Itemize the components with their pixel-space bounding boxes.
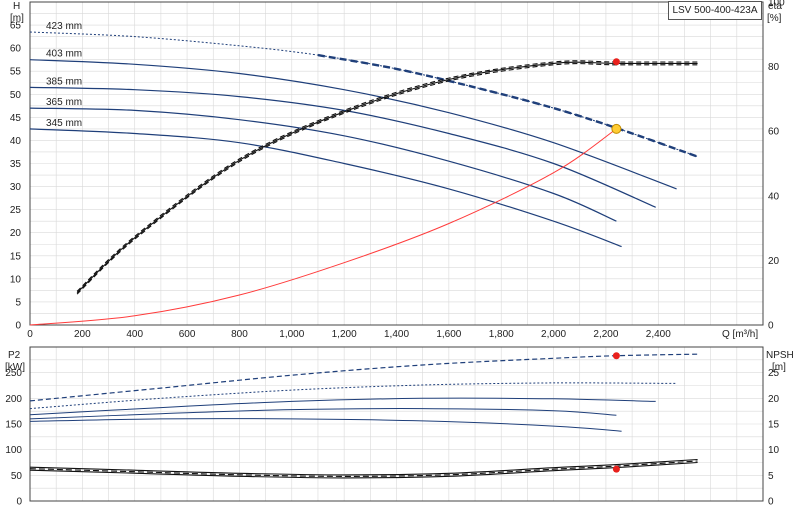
data-series: 423 mm 403 mm 385 mm 365 mm 345 mm: [29, 21, 698, 479]
curve-label: 365 mm: [46, 97, 82, 108]
power-axis-label: P2: [8, 350, 21, 361]
y-tick-label: 0: [15, 321, 21, 332]
power-axis-unit: [kW]: [5, 362, 25, 373]
x-tick-label: 1,600: [436, 329, 461, 340]
eta-tick-label: 0: [768, 321, 774, 332]
grid: [30, 2, 763, 501]
y-tick-label: 5: [15, 297, 21, 308]
eta-axis-unit: [%]: [767, 13, 782, 24]
curve-label: 385 mm: [46, 76, 82, 87]
efficiency-curve: [76, 60, 698, 292]
y-tick-label: 25: [10, 205, 22, 216]
power-curve: [29, 397, 656, 416]
curve-label: 345 mm: [46, 118, 82, 129]
y-tick-label: 60: [10, 44, 22, 55]
power-tick-label: 0: [16, 497, 22, 508]
x-tick-label: 2,200: [593, 329, 618, 340]
y-tick-label: 50: [10, 90, 22, 101]
y-tick-label: 15: [10, 251, 22, 262]
head-curve: [29, 86, 656, 208]
power-tick-label: 100: [5, 445, 22, 456]
eta-tick-label: 40: [768, 191, 780, 202]
y-tick-label: 35: [10, 159, 22, 170]
npsh-tick-label: 20: [768, 394, 780, 405]
data-points: [611, 58, 622, 473]
x-tick-label: 0: [27, 329, 33, 340]
eta-tick-label: 60: [768, 127, 780, 138]
x-tick-label: 1,800: [489, 329, 514, 340]
y-tick-label: 20: [10, 228, 22, 239]
efficiency-curve: [76, 61, 698, 294]
power-point: [612, 352, 620, 360]
eta-tick-label: 80: [768, 62, 780, 73]
tick-labels: 0 200 400 600 800 1,000 1,200 1,400 1,600 1,800 2,…: [5, 0, 785, 508]
npsh-tick-label: 15: [768, 420, 780, 431]
model-label: LSV 500-400-423A: [668, 1, 762, 20]
npsh-point: [612, 465, 620, 473]
head-curve: [29, 107, 617, 222]
y-tick-label: 45: [10, 113, 22, 124]
curve-label: 423 mm: [46, 21, 82, 32]
head-axis-label: H: [13, 1, 20, 12]
x-tick-label: 400: [126, 329, 143, 340]
curve-label: 403 mm: [46, 49, 82, 60]
y-tick-label: 10: [10, 274, 22, 285]
npsh-tick-label: 0: [768, 497, 774, 508]
x-tick-label: 1,000: [279, 329, 304, 340]
eta-axis-label: eta: [768, 1, 782, 12]
pump-chart-svg: 0 200 400 600 800 1,000 1,200 1,400 1,600 1,800 2,…: [5, 0, 794, 508]
efficiency-point: [612, 58, 620, 66]
head-curve: [29, 128, 622, 248]
flow-axis-label: Q [m³/h]: [722, 329, 758, 340]
power-tick-label: 150: [5, 420, 22, 431]
npsh-axis-label: NPSH: [766, 350, 794, 361]
eta-tick-label: 20: [768, 256, 780, 267]
power-tick-label: 50: [11, 471, 23, 482]
npsh-axis-unit: [m]: [772, 362, 786, 373]
pump-curve-chart: 0 200 400 600 800 1,000 1,200 1,400 1,600 1,800 2,…: [0, 0, 800, 520]
npsh-tick-label: 10: [768, 445, 780, 456]
power-curve: [29, 418, 622, 432]
x-tick-label: 1,400: [384, 329, 409, 340]
x-tick-label: 800: [231, 329, 248, 340]
npsh-tick-label: 5: [768, 471, 774, 482]
x-tick-label: 2,000: [541, 329, 566, 340]
x-tick-label: 1,200: [332, 329, 357, 340]
x-tick-label: 2,400: [646, 329, 671, 340]
duty-point: [611, 123, 622, 134]
head-axis-unit: [m]: [10, 13, 24, 24]
y-tick-label: 30: [10, 182, 22, 193]
power-tick-label: 200: [5, 394, 22, 405]
y-tick-label: 55: [10, 67, 22, 78]
x-tick-label: 600: [179, 329, 196, 340]
y-tick-label: 40: [10, 136, 22, 147]
x-tick-label: 200: [74, 329, 91, 340]
power-curve: [29, 353, 698, 402]
efficiency-curve: [76, 63, 698, 295]
